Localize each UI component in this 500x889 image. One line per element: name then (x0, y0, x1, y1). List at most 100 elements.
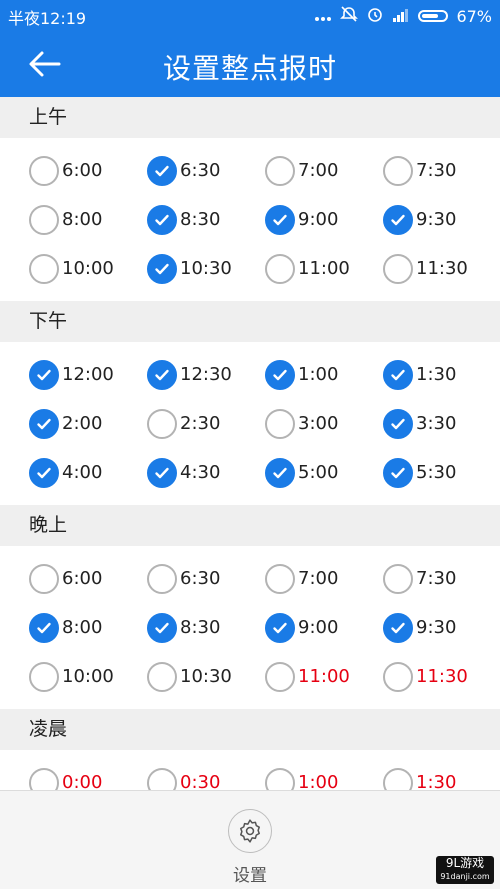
time-grid: 6:00 6:30 7:00 7:30 8:00 8:30 9:00 9:30 10:00 10:… (0, 146, 500, 293)
unchecked-circle-icon[interactable] (147, 661, 177, 692)
time-checkbox-item[interactable]: 11:00 (265, 652, 383, 701)
time-checkbox-item[interactable]: 9:30 (383, 603, 500, 652)
unchecked-circle-icon[interactable] (29, 767, 59, 790)
checked-circle-icon[interactable] (147, 457, 177, 488)
checked-circle-icon[interactable] (29, 359, 59, 390)
time-label: 6:00 (62, 568, 103, 589)
unchecked-circle-icon[interactable] (383, 767, 413, 790)
time-label: 7:00 (298, 568, 339, 589)
time-checkbox-item[interactable]: 10:30 (147, 244, 265, 293)
checked-circle-icon[interactable] (147, 155, 177, 186)
unchecked-circle-icon[interactable] (147, 767, 177, 790)
time-label: 0:00 (62, 772, 103, 790)
page-title: 设置整点报时 (162, 52, 337, 85)
checked-circle-icon[interactable] (147, 253, 177, 284)
checked-circle-icon[interactable] (265, 359, 295, 390)
unchecked-circle-icon[interactable] (265, 253, 295, 284)
time-label: 6:30 (180, 160, 221, 181)
time-label: 9:30 (416, 617, 457, 638)
time-checkbox-item[interactable]: 10:00 (29, 652, 147, 701)
unchecked-circle-icon[interactable] (265, 563, 295, 594)
checked-circle-icon[interactable] (29, 457, 59, 488)
time-checkbox-item[interactable]: 8:30 (147, 195, 265, 244)
unchecked-circle-icon[interactable] (265, 408, 295, 439)
time-checkbox-item[interactable]: 11:30 (383, 244, 500, 293)
status-time: 半夜12:19 (8, 9, 87, 28)
time-checkbox-item[interactable]: 9:30 (383, 195, 500, 244)
checked-circle-icon[interactable] (265, 612, 295, 643)
time-checkbox-item[interactable]: 1:30 (383, 758, 500, 790)
time-label: 8:30 (180, 617, 221, 638)
checked-circle-icon[interactable] (147, 359, 177, 390)
checked-circle-icon[interactable] (265, 457, 295, 488)
unchecked-circle-icon[interactable] (383, 661, 413, 692)
checked-circle-icon[interactable] (29, 612, 59, 643)
time-label: 7:00 (298, 160, 339, 181)
app-bar: 设置整点报时 (0, 30, 500, 97)
time-checkbox-item[interactable]: 10:00 (29, 244, 147, 293)
time-checkbox-item[interactable]: 3:30 (383, 399, 500, 448)
time-label: 10:00 (62, 258, 114, 279)
unchecked-circle-icon[interactable] (147, 563, 177, 594)
time-checkbox-item[interactable]: 0:30 (147, 758, 265, 790)
unchecked-circle-icon[interactable] (383, 253, 413, 284)
time-grid: 6:00 6:30 7:00 7:30 8:00 8:30 9:00 9:30 10:00 10:… (0, 554, 500, 701)
unchecked-circle-icon[interactable] (29, 563, 59, 594)
time-checkbox-item[interactable]: 5:30 (383, 448, 500, 497)
time-checkbox-item[interactable]: 11:30 (383, 652, 500, 701)
time-checkbox-item[interactable]: 10:30 (147, 652, 265, 701)
unchecked-circle-icon[interactable] (265, 661, 295, 692)
time-checkbox-item[interactable]: 9:00 (265, 195, 383, 244)
unchecked-circle-icon[interactable] (29, 155, 59, 186)
time-checkbox-item[interactable]: 4:30 (147, 448, 265, 497)
checked-circle-icon[interactable] (383, 408, 413, 439)
unchecked-circle-icon[interactable] (29, 204, 59, 235)
checked-circle-icon[interactable] (383, 457, 413, 488)
checked-circle-icon[interactable] (147, 204, 177, 235)
settings-button[interactable]: 设置 (220, 809, 280, 886)
checked-circle-icon[interactable] (265, 204, 295, 235)
checked-circle-icon[interactable] (383, 612, 413, 643)
time-checkbox-item[interactable]: 9:00 (265, 603, 383, 652)
time-checkbox-item[interactable]: 5:00 (265, 448, 383, 497)
time-checkbox-item[interactable]: 1:00 (265, 350, 383, 399)
unchecked-circle-icon[interactable] (383, 155, 413, 186)
time-checkbox-item[interactable]: 2:30 (147, 399, 265, 448)
time-checkbox-item[interactable]: 7:30 (383, 146, 500, 195)
time-label: 12:30 (180, 364, 232, 385)
checked-circle-icon[interactable] (29, 408, 59, 439)
unchecked-circle-icon[interactable] (265, 155, 295, 186)
time-checkbox-item[interactable]: 6:00 (29, 554, 147, 603)
checked-circle-icon[interactable] (383, 204, 413, 235)
time-checkbox-item[interactable]: 1:30 (383, 350, 500, 399)
watermark-line1: 9L游戏 (445, 856, 485, 870)
unchecked-circle-icon[interactable] (383, 563, 413, 594)
time-checkbox-item[interactable]: 6:30 (147, 554, 265, 603)
time-checkbox-item[interactable]: 1:00 (265, 758, 383, 790)
time-label: 0:30 (180, 772, 221, 790)
time-checkbox-item[interactable]: 8:30 (147, 603, 265, 652)
time-checkbox-item[interactable]: 7:00 (265, 146, 383, 195)
unchecked-circle-icon[interactable] (265, 767, 295, 790)
unchecked-circle-icon[interactable] (147, 408, 177, 439)
time-label: 3:30 (416, 413, 457, 434)
time-checkbox-item[interactable]: 7:30 (383, 554, 500, 603)
time-checkbox-item[interactable]: 6:30 (147, 146, 265, 195)
unchecked-circle-icon[interactable] (29, 661, 59, 692)
time-checkbox-item[interactable]: 7:00 (265, 554, 383, 603)
time-grid: 0:00 0:30 1:00 1:30 (0, 758, 500, 790)
unchecked-circle-icon[interactable] (29, 253, 59, 284)
time-checkbox-item[interactable]: 12:30 (147, 350, 265, 399)
checked-circle-icon[interactable] (147, 612, 177, 643)
time-checkbox-item[interactable]: 4:00 (29, 448, 147, 497)
time-checkbox-item[interactable]: 8:00 (29, 195, 147, 244)
time-checkbox-item[interactable]: 12:00 (29, 350, 147, 399)
time-checkbox-item[interactable]: 6:00 (29, 146, 147, 195)
time-checkbox-item[interactable]: 2:00 (29, 399, 147, 448)
time-checkbox-item[interactable]: 3:00 (265, 399, 383, 448)
time-checkbox-item[interactable]: 0:00 (29, 758, 147, 790)
checked-circle-icon[interactable] (383, 359, 413, 390)
time-checkbox-item[interactable]: 11:00 (265, 244, 383, 293)
time-checkbox-item[interactable]: 8:00 (29, 603, 147, 652)
